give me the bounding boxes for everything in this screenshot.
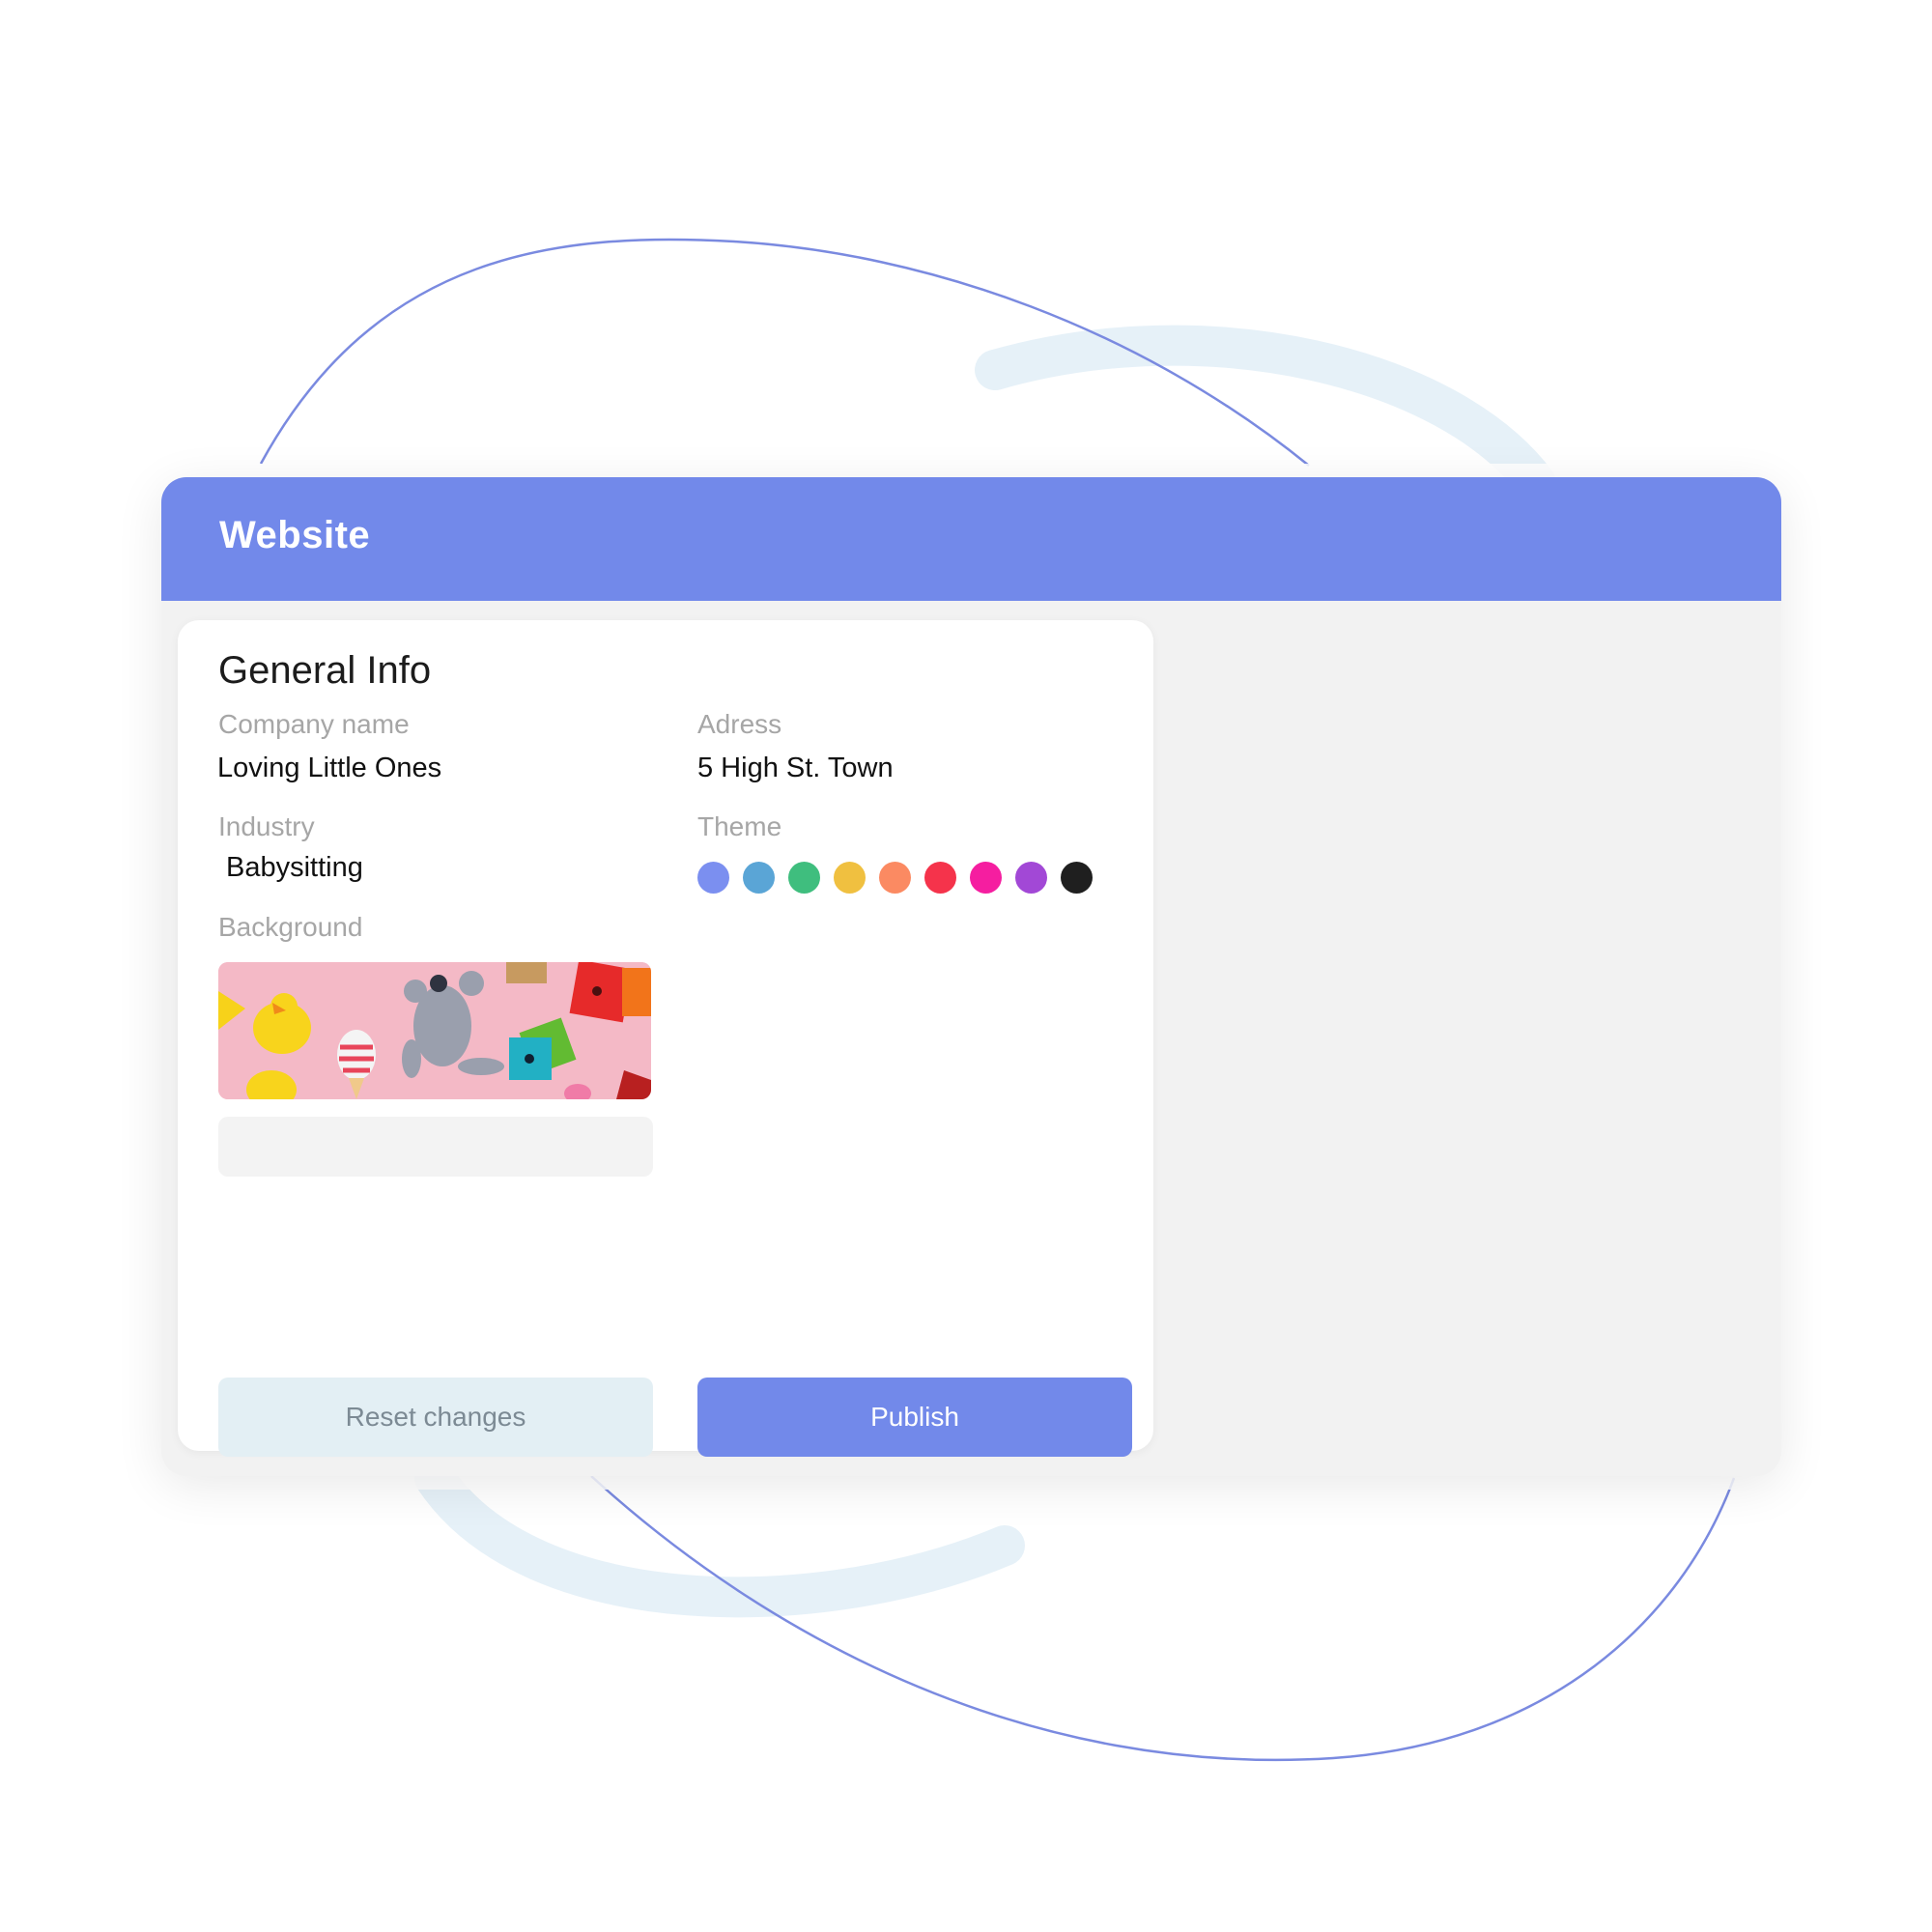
theme-label: Theme <box>697 811 782 841</box>
industry-label: Industry <box>218 811 315 841</box>
general-info-heading: General Info <box>218 649 432 692</box>
general-info-card: General Info Company name Loving Little … <box>178 620 1153 1457</box>
background-upload-field[interactable] <box>218 1117 653 1177</box>
address-label: Adress <box>697 709 782 739</box>
background-image[interactable] <box>218 962 651 1099</box>
address-field[interactable]: 5 High St. Town <box>697 753 894 784</box>
theme-swatch-9[interactable] <box>1061 862 1093 894</box>
theme-swatch-3[interactable] <box>788 862 820 894</box>
theme-swatch-4[interactable] <box>834 862 866 894</box>
industry-field[interactable]: Babysitting <box>226 852 363 884</box>
website-window: Website General Info Company name Loving… <box>161 477 1781 1476</box>
company-name-field[interactable]: Loving Little Ones <box>217 753 441 784</box>
theme-swatch-8[interactable] <box>1015 862 1047 894</box>
background-label: Background <box>218 912 363 942</box>
company-name-label: Company name <box>218 709 410 739</box>
theme-swatch-7[interactable] <box>970 862 1002 894</box>
window-title: Website <box>219 514 371 556</box>
theme-swatch-2[interactable] <box>743 862 775 894</box>
publish-button[interactable]: Publish <box>697 1378 1132 1457</box>
theme-swatch-5[interactable] <box>879 862 911 894</box>
window-titlebar: Website <box>161 477 1781 601</box>
reset-changes-button[interactable]: Reset changes <box>218 1378 653 1457</box>
theme-swatch-1[interactable] <box>697 862 729 894</box>
theme-swatch-6[interactable] <box>924 862 956 894</box>
theme-color-picker <box>697 862 1093 895</box>
toys-photo-illustration <box>218 962 651 1099</box>
